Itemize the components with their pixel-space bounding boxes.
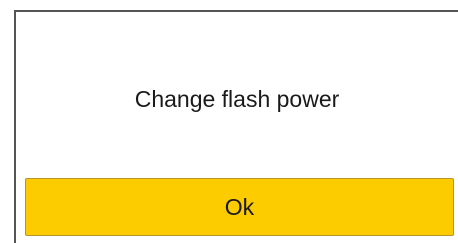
dialog-message: Change flash power — [134, 86, 340, 112]
ok-button[interactable]: Ok — [25, 178, 454, 236]
ok-button-label: Ok — [224, 193, 255, 220]
flash-power-dialog: Change flash power Ok — [14, 10, 458, 243]
